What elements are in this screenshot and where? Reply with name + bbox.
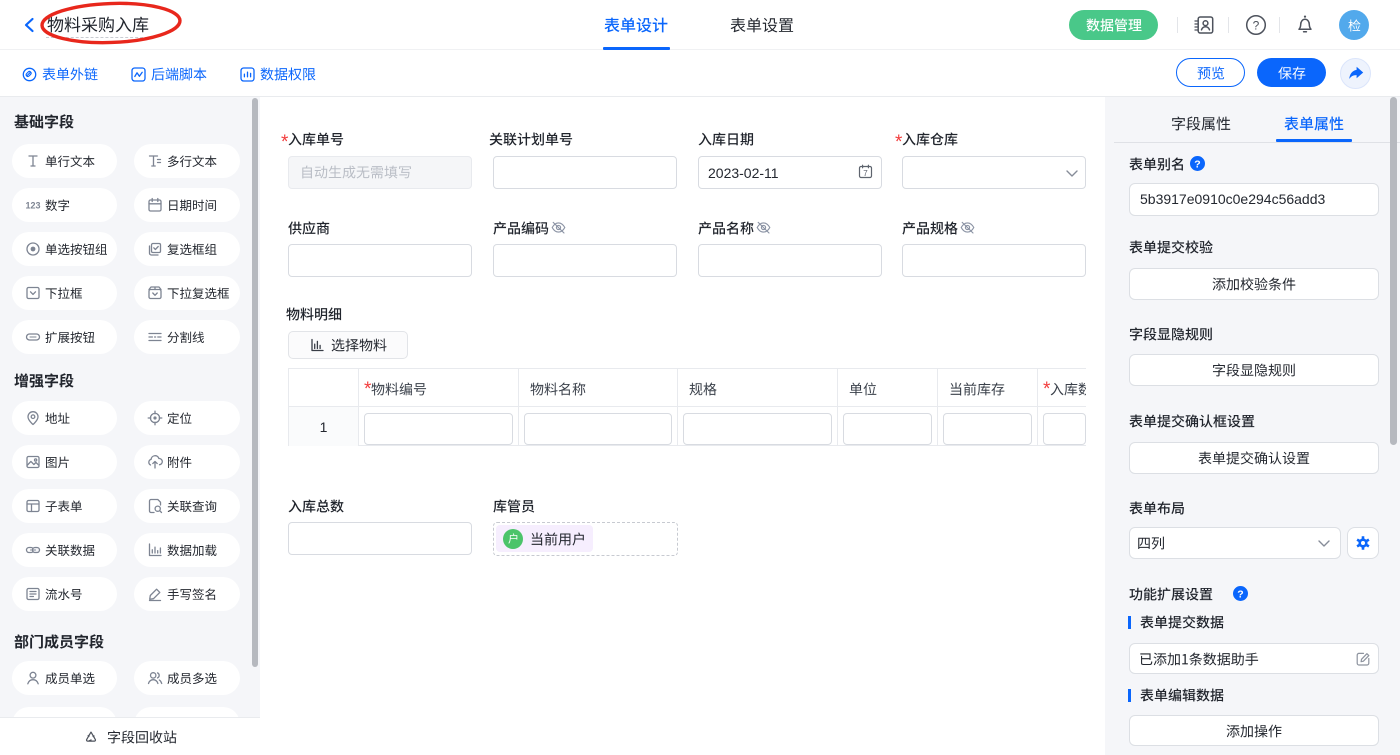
svg-text:?: ? <box>1253 18 1260 32</box>
svg-text:?: ? <box>1237 588 1243 600</box>
svg-text:7: 7 <box>863 169 868 178</box>
svg-text:123: 123 <box>25 201 40 211</box>
svg-text:?: ? <box>1194 158 1200 170</box>
